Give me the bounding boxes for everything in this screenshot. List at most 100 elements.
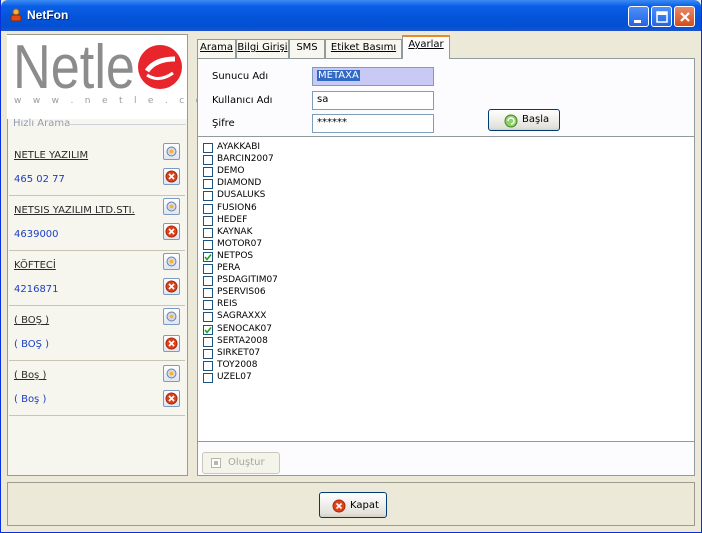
quick-dial-divider	[68, 124, 186, 125]
checkbox[interactable]	[203, 191, 213, 202]
edit-contact-button[interactable]	[163, 365, 180, 382]
edit-contact-button[interactable]	[163, 308, 180, 325]
checkbox[interactable]	[203, 215, 213, 226]
maximize-button[interactable]	[651, 6, 672, 27]
contact-name[interactable]: NETLE YAZILIM	[14, 150, 88, 161]
delete-contact-button[interactable]	[163, 335, 180, 352]
close-window-button[interactable]	[674, 6, 695, 27]
checkbox[interactable]	[203, 360, 213, 371]
tab-label: SMS	[296, 42, 318, 53]
contact-divider	[9, 250, 185, 251]
close-button-label: Kapat	[350, 500, 379, 511]
database-name: DIAMOND	[217, 178, 262, 189]
database-name: BARCIN2007	[217, 154, 274, 165]
tab-sms[interactable]: SMS	[289, 39, 325, 58]
database-name: SERTA2008	[217, 335, 268, 346]
contact-divider	[9, 305, 185, 306]
database-name: SIRKET07	[217, 347, 261, 358]
contact-phone[interactable]: ( BOŞ )	[14, 339, 49, 350]
edit-contact-button[interactable]	[163, 198, 180, 215]
delete-icon	[165, 280, 178, 293]
netle-logo: Netle	[7, 33, 187, 119]
tab-label: Etiket Basımı	[330, 42, 397, 53]
contact-phone[interactable]: 4216871	[14, 284, 59, 295]
contact-divider	[9, 195, 185, 196]
tab-etiket-basimi[interactable]: Etiket Basımı	[325, 39, 402, 58]
netle-logo-mark: Netle	[13, 33, 182, 102]
tab-ayarlar[interactable]: Ayarlar	[402, 35, 450, 59]
delete-contact-button[interactable]	[163, 168, 180, 185]
tab-label: Bilgi Girişi	[237, 42, 288, 53]
username-label: Kullanıcı Adı	[212, 95, 273, 106]
delete-icon	[165, 225, 178, 238]
checkbox[interactable]	[203, 227, 213, 238]
contact-name[interactable]: ( Boş )	[14, 370, 46, 381]
checkbox[interactable]	[203, 372, 213, 383]
server-value: METAXA	[317, 70, 360, 81]
tab-label: Arama	[200, 42, 233, 53]
checkbox[interactable]	[203, 276, 213, 287]
tab-label: Ayarlar	[408, 39, 444, 50]
contact-phone[interactable]: 465 02 77	[14, 174, 65, 185]
contact-name[interactable]: ( BOŞ )	[14, 315, 49, 326]
database-name: SAGRAXXX	[217, 311, 267, 322]
check-icon	[204, 326, 212, 334]
password-input[interactable]: ******	[312, 114, 434, 133]
contact-name[interactable]: NETSIS YAZILIM LTD.STI.	[14, 205, 135, 216]
database-name: KAYNAK	[217, 226, 253, 237]
checkbox[interactable]	[203, 239, 213, 250]
checkbox[interactable]	[203, 312, 213, 323]
checkbox[interactable]	[203, 348, 213, 359]
edit-contact-button[interactable]	[163, 143, 180, 160]
checkbox[interactable]	[203, 251, 213, 262]
checkbox[interactable]	[203, 336, 213, 347]
server-input[interactable]: METAXA	[312, 67, 434, 86]
database-name: PSERVIS06	[217, 287, 266, 298]
checkbox[interactable]	[203, 167, 213, 178]
edit-contact-button[interactable]	[163, 253, 180, 270]
contact-phone[interactable]: ( Boş )	[14, 394, 46, 405]
start-button[interactable]: Başla	[488, 109, 560, 131]
contact-divider	[9, 360, 185, 361]
checkbox[interactable]	[203, 300, 213, 311]
tab-bilgi-girisi[interactable]: Bilgi Girişi	[236, 39, 289, 58]
maximize-icon	[656, 11, 668, 23]
logo-text: Netle	[13, 35, 135, 95]
close-icon	[680, 12, 690, 22]
checkbox[interactable]	[203, 155, 213, 166]
contact-divider	[9, 415, 185, 416]
create-button[interactable]: Oluştur	[202, 452, 280, 474]
checkbox[interactable]	[203, 179, 213, 190]
database-name: TOY2008	[217, 359, 258, 370]
checkbox[interactable]	[203, 203, 213, 214]
username-input[interactable]: sa	[312, 91, 434, 110]
netfon-app-icon	[10, 8, 22, 22]
checkbox[interactable]	[203, 324, 213, 335]
settings-gear-icon	[166, 256, 177, 267]
create-button-label: Oluştur	[228, 457, 265, 468]
title-bar[interactable]: NetFon	[1, 0, 701, 31]
check-icon	[204, 253, 212, 261]
server-label: Sunucu Adı	[212, 71, 269, 82]
database-name: DEMO	[217, 166, 245, 177]
checkbox[interactable]	[203, 143, 213, 153]
delete-contact-button[interactable]	[163, 278, 180, 295]
contact-phone[interactable]: 4639000	[14, 229, 59, 240]
checkbox[interactable]	[203, 264, 213, 274]
database-name: REIS	[217, 299, 238, 310]
database-name: PERA	[217, 263, 241, 273]
settings-gear-icon	[166, 146, 177, 157]
tab-arama[interactable]: Arama	[197, 39, 236, 58]
close-button[interactable]: Kapat	[319, 492, 387, 518]
cancel-icon	[332, 499, 346, 513]
contact-name[interactable]: KÖFTECİ	[14, 260, 56, 271]
delete-contact-button[interactable]	[163, 223, 180, 240]
minimize-button[interactable]	[628, 6, 649, 27]
delete-icon	[165, 337, 178, 350]
checkbox[interactable]	[203, 288, 213, 299]
delete-icon	[165, 170, 178, 183]
delete-icon	[165, 392, 178, 405]
database-name: NETPOS	[217, 250, 254, 261]
delete-contact-button[interactable]	[163, 390, 180, 407]
database-list[interactable]	[197, 136, 695, 442]
